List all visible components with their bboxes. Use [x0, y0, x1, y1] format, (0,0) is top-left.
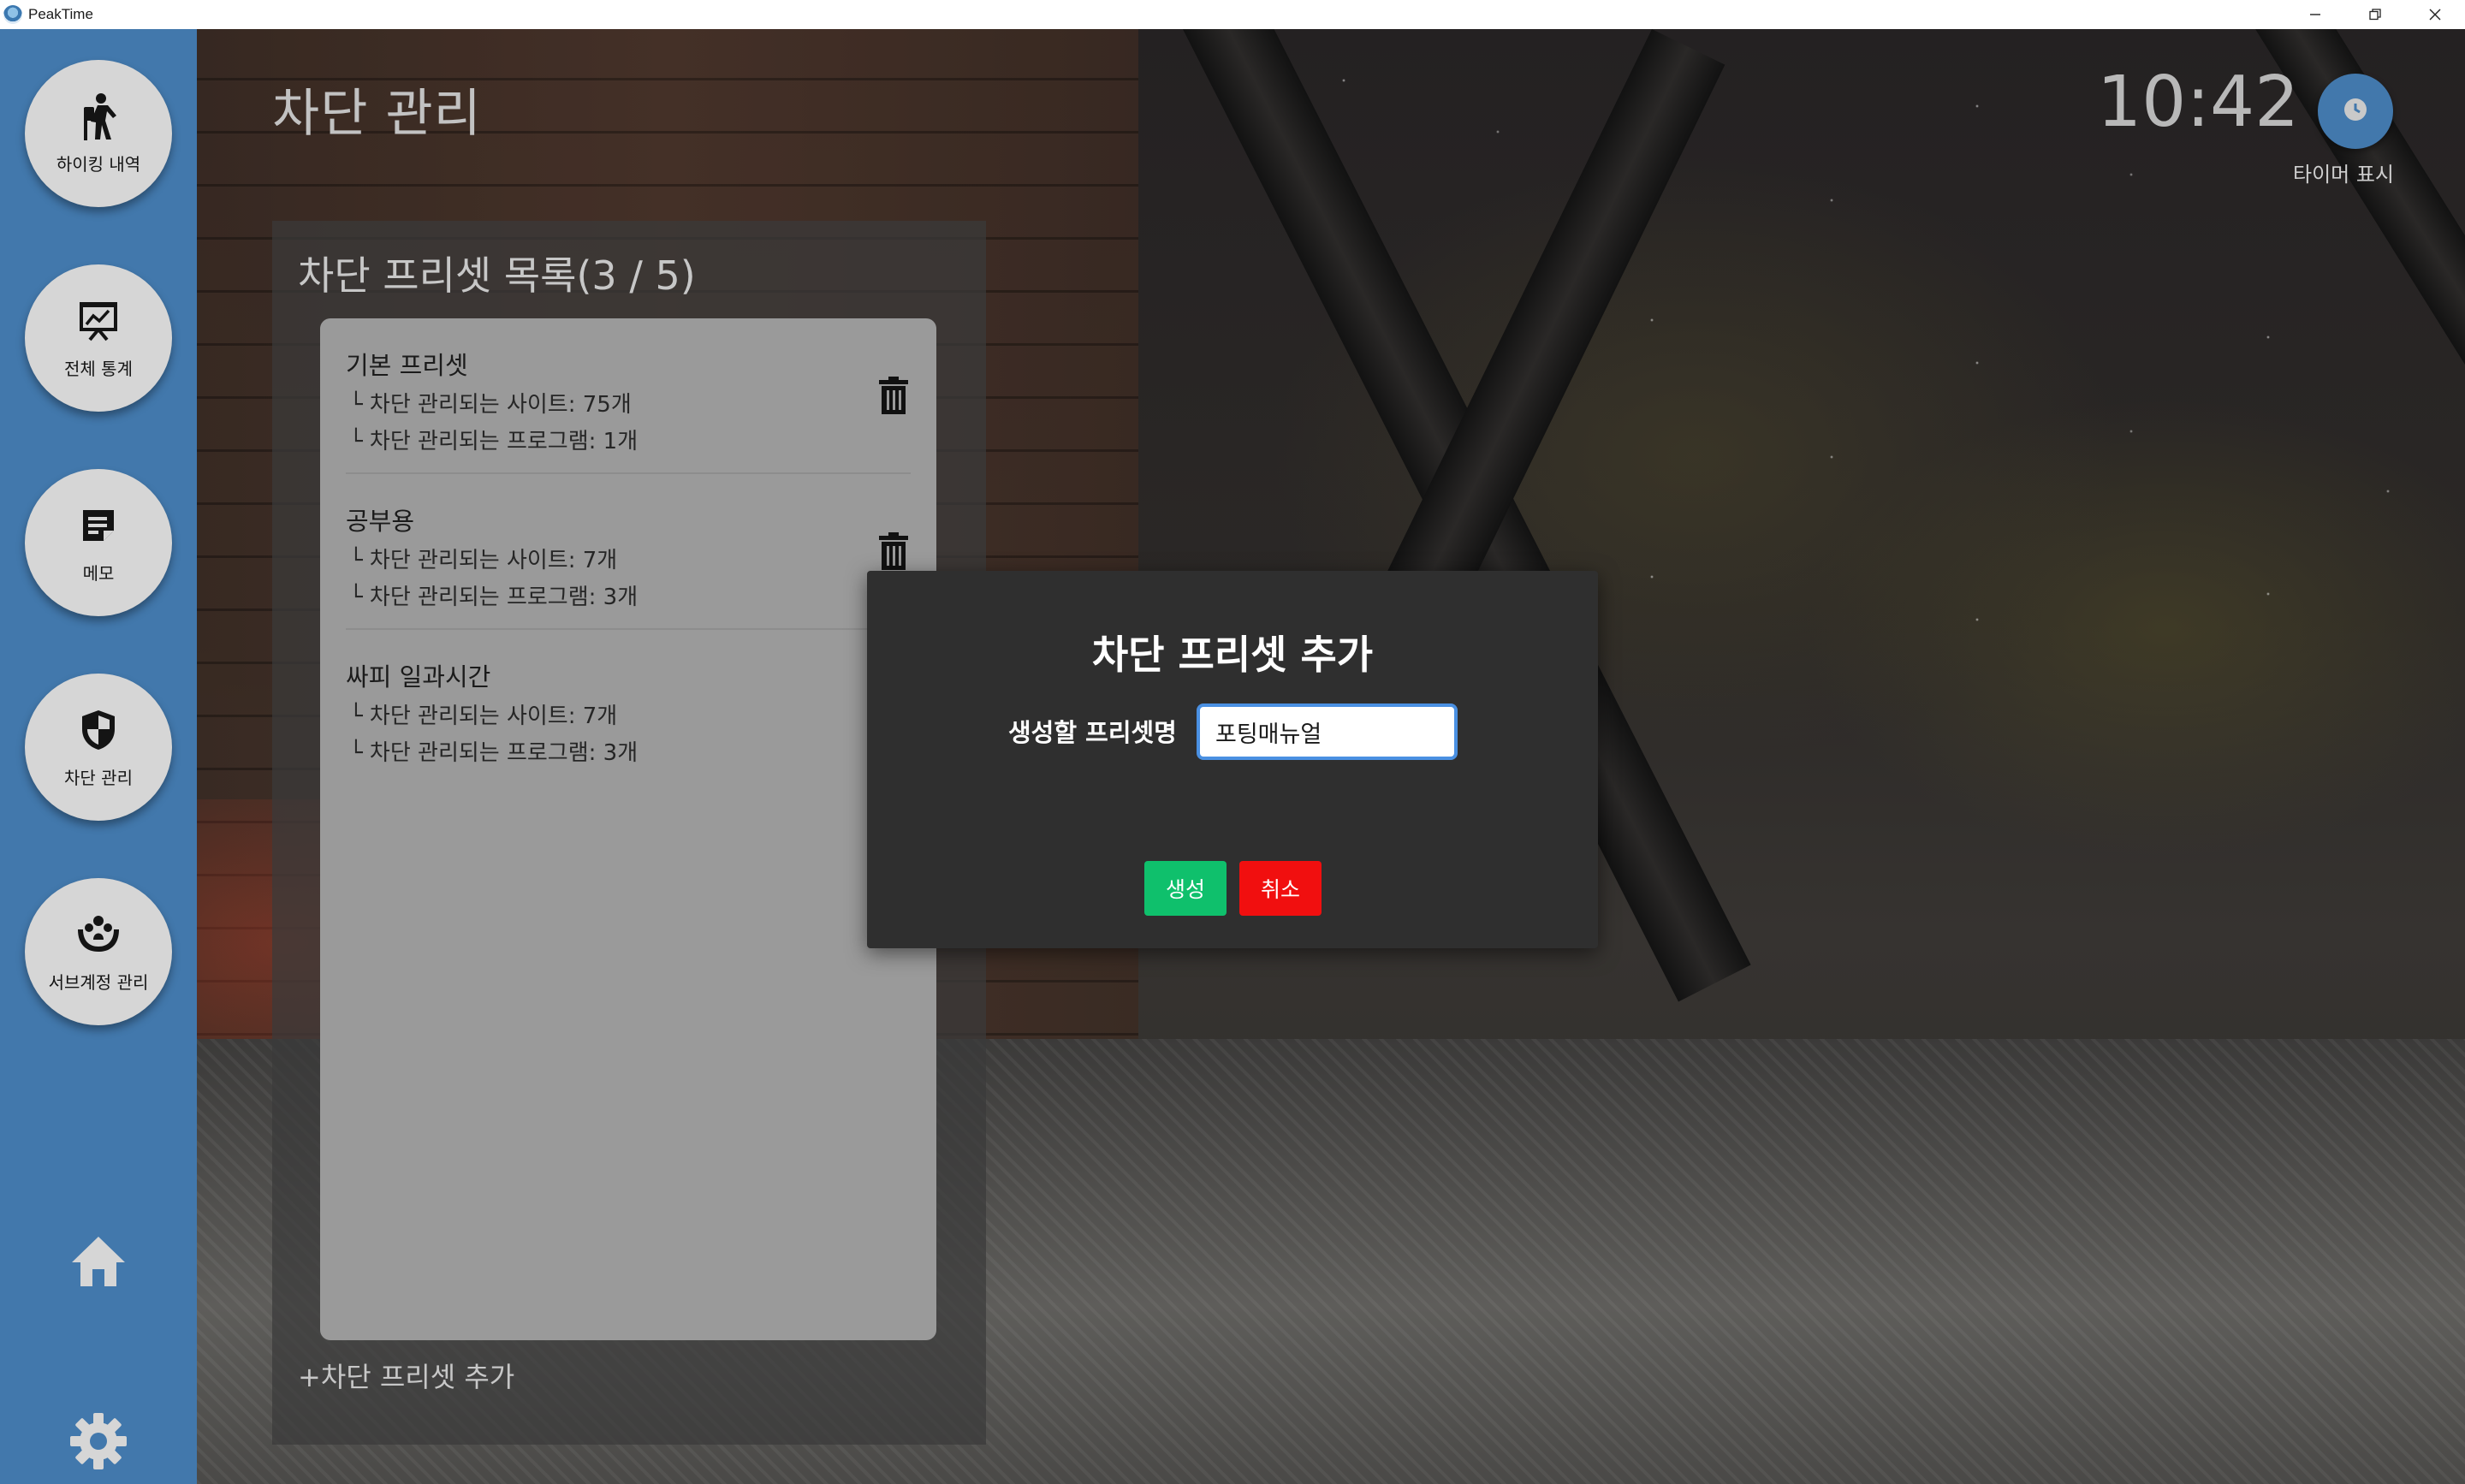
sidebar-item-memo[interactable]: 메모 [25, 469, 172, 616]
sidebar-item-label: 차단 관리 [64, 767, 133, 788]
sidebar-item-block-management[interactable]: 차단 관리 [25, 674, 172, 821]
sidebar-item-label: 전체 통계 [64, 358, 133, 379]
list-item[interactable]: 공부용 └ 차단 관리되는 사이트: 7개 └ 차단 관리되는 프로그램: 3개 [346, 474, 911, 630]
preset-programs-count: └ 차단 관리되는 프로그램: 3개 [349, 740, 639, 766]
add-preset-button[interactable]: +차단 프리셋 추가 [298, 1356, 514, 1395]
add-preset-dialog: 차단 프리셋 추가 생성할 프리셋명 생성 취소 [867, 571, 1598, 948]
clock-display: 10:42 [2097, 62, 2300, 143]
hiking-icon [79, 92, 118, 140]
sidebar-item-label: 서브계정 관리 [48, 971, 149, 993]
preset-sites-count: └ 차단 관리되는 사이트: 7개 [349, 548, 618, 573]
sidebar: 하이킹 내역 전체 통계 메모 차단 관리 서브계정 관리 [0, 29, 197, 1484]
preset-sites-count: └ 차단 관리되는 사이트: 75개 [349, 392, 632, 418]
trash-icon[interactable] [878, 532, 909, 570]
dialog-title: 차단 프리셋 추가 [1091, 632, 1374, 678]
app-title: PeakTime [28, 6, 93, 22]
memo-icon [80, 502, 117, 549]
preset-name-input[interactable] [1197, 703, 1458, 760]
cancel-button[interactable]: 취소 [1239, 861, 1322, 916]
preset-name: 공부용 [346, 507, 415, 536]
preset-sites-count: └ 차단 관리되는 사이트: 7개 [349, 703, 618, 729]
window-controls [2285, 0, 2465, 29]
panel-title: 차단 프리셋 목록(3 / 5) [298, 252, 696, 299]
preset-name: 싸피 일과시간 [346, 662, 491, 692]
sidebar-item-subaccount-management[interactable]: 서브계정 관리 [25, 878, 172, 1025]
sidebar-item-label: 하이킹 내역 [56, 153, 141, 175]
close-icon[interactable] [2405, 0, 2465, 29]
preset-name-label: 생성할 프리셋명 [1008, 718, 1177, 747]
trash-icon[interactable] [878, 377, 909, 414]
timer-label: 타이머 표시 [2292, 163, 2395, 187]
sidebar-item-statistics[interactable]: 전체 통계 [25, 264, 172, 412]
chart-board-icon [78, 297, 119, 345]
clock-icon [2343, 97, 2368, 126]
create-button[interactable]: 생성 [1144, 861, 1227, 916]
sidebar-item-hiking-history[interactable]: 하이킹 내역 [25, 60, 172, 207]
timer-toggle-button[interactable] [2318, 74, 2393, 149]
shield-icon [80, 706, 116, 754]
window-titlebar: PeakTime [0, 0, 2465, 29]
page-title: 차단 관리 [272, 84, 482, 144]
app-logo-icon [3, 5, 22, 24]
home-icon[interactable] [68, 1232, 128, 1291]
minimize-icon[interactable] [2285, 0, 2345, 29]
restore-icon[interactable] [2345, 0, 2405, 29]
sidebar-item-label: 메모 [82, 562, 115, 584]
preset-list: 기본 프리셋 └ 차단 관리되는 사이트: 75개 └ 차단 관리되는 프로그램… [320, 318, 936, 1340]
people-hands-icon [74, 911, 122, 959]
gear-icon[interactable] [68, 1411, 128, 1471]
preset-programs-count: └ 차단 관리되는 프로그램: 1개 [349, 429, 639, 454]
preset-name: 기본 프리셋 [346, 351, 468, 380]
preset-programs-count: └ 차단 관리되는 프로그램: 3개 [349, 585, 639, 610]
list-item[interactable]: 기본 프리셋 └ 차단 관리되는 사이트: 75개 └ 차단 관리되는 프로그램… [346, 318, 911, 474]
list-item[interactable]: 싸피 일과시간 └ 차단 관리되는 사이트: 7개 └ 차단 관리되는 프로그램… [346, 630, 911, 786]
